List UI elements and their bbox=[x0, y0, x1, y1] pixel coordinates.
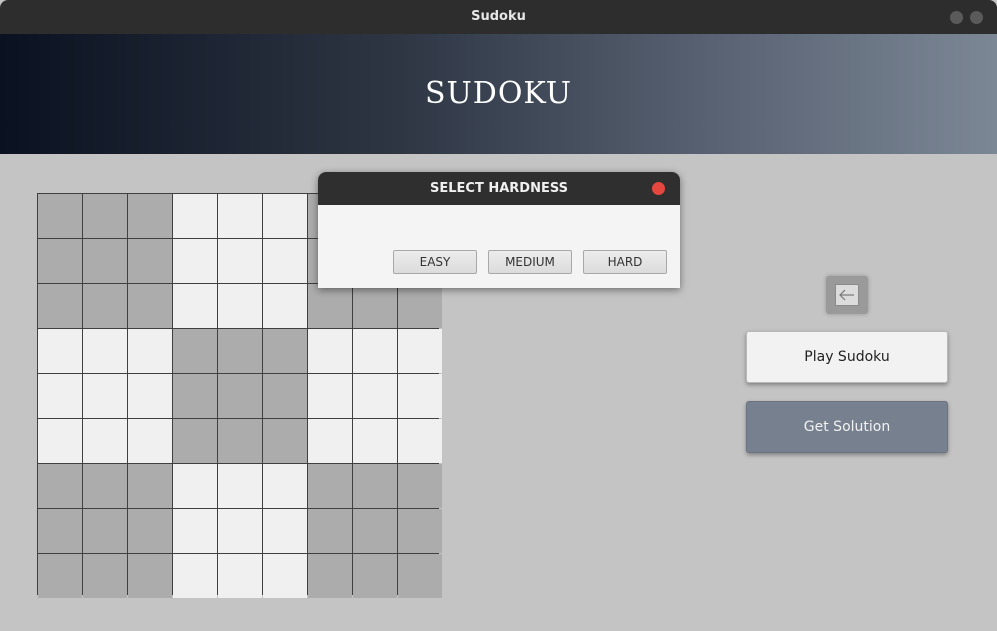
sudoku-cell[interactable] bbox=[173, 554, 217, 598]
sudoku-cell[interactable] bbox=[38, 329, 82, 373]
sudoku-cell[interactable] bbox=[38, 509, 82, 553]
sudoku-cell[interactable] bbox=[308, 329, 352, 373]
sudoku-cell[interactable] bbox=[218, 509, 262, 553]
sudoku-cell[interactable] bbox=[83, 419, 127, 463]
easy-button[interactable]: EASY bbox=[393, 250, 477, 274]
app-header: SUDOKU bbox=[0, 34, 997, 154]
select-hardness-dialog: SELECT HARDNESS EASY MEDIUM HARD bbox=[318, 172, 680, 288]
window-titlebar[interactable]: Sudoku bbox=[0, 0, 997, 34]
sudoku-cell[interactable] bbox=[263, 284, 307, 328]
sudoku-cell[interactable] bbox=[173, 419, 217, 463]
play-sudoku-button[interactable]: Play Sudoku bbox=[746, 331, 948, 383]
sudoku-cell[interactable] bbox=[218, 239, 262, 283]
sudoku-cell[interactable] bbox=[173, 284, 217, 328]
sudoku-cell[interactable] bbox=[398, 374, 442, 418]
sudoku-cell[interactable] bbox=[128, 239, 172, 283]
dialog-titlebar[interactable]: SELECT HARDNESS bbox=[318, 172, 680, 205]
dialog-title: SELECT HARDNESS bbox=[430, 181, 568, 196]
sudoku-cell[interactable] bbox=[218, 374, 262, 418]
sudoku-cell[interactable] bbox=[83, 194, 127, 238]
sudoku-cell[interactable] bbox=[353, 419, 397, 463]
dialog-close-button[interactable] bbox=[652, 182, 665, 195]
sudoku-cell[interactable] bbox=[398, 284, 442, 328]
sudoku-cell[interactable] bbox=[38, 554, 82, 598]
sudoku-cell[interactable] bbox=[263, 239, 307, 283]
sudoku-cell[interactable] bbox=[398, 329, 442, 373]
sudoku-cell[interactable] bbox=[38, 194, 82, 238]
window-title: Sudoku bbox=[471, 9, 526, 24]
sudoku-cell[interactable] bbox=[83, 509, 127, 553]
sudoku-cell[interactable] bbox=[263, 419, 307, 463]
sudoku-cell[interactable] bbox=[218, 329, 262, 373]
sudoku-cell[interactable] bbox=[308, 284, 352, 328]
sudoku-cell[interactable] bbox=[308, 509, 352, 553]
get-solution-button[interactable]: Get Solution bbox=[746, 401, 948, 453]
sudoku-cell[interactable] bbox=[218, 464, 262, 508]
sudoku-cell[interactable] bbox=[128, 194, 172, 238]
sudoku-cell[interactable] bbox=[353, 374, 397, 418]
sudoku-cell[interactable] bbox=[353, 284, 397, 328]
sudoku-cell[interactable] bbox=[38, 419, 82, 463]
sudoku-cell[interactable] bbox=[83, 239, 127, 283]
minimize-button[interactable] bbox=[950, 11, 963, 24]
sudoku-cell[interactable] bbox=[353, 329, 397, 373]
sudoku-cell[interactable] bbox=[263, 194, 307, 238]
sudoku-cell[interactable] bbox=[218, 194, 262, 238]
sudoku-cell[interactable] bbox=[173, 464, 217, 508]
sudoku-cell[interactable] bbox=[83, 464, 127, 508]
sudoku-cell[interactable] bbox=[83, 329, 127, 373]
sudoku-cell[interactable] bbox=[128, 374, 172, 418]
sudoku-cell[interactable] bbox=[398, 464, 442, 508]
sudoku-cell[interactable] bbox=[308, 374, 352, 418]
sudoku-cell[interactable] bbox=[263, 464, 307, 508]
sudoku-cell[interactable] bbox=[353, 464, 397, 508]
close-window-button[interactable] bbox=[970, 11, 983, 24]
sudoku-cell[interactable] bbox=[128, 329, 172, 373]
sudoku-cell[interactable] bbox=[218, 554, 262, 598]
sudoku-cell[interactable] bbox=[353, 554, 397, 598]
sudoku-cell[interactable] bbox=[263, 554, 307, 598]
back-button[interactable] bbox=[826, 276, 868, 314]
sudoku-cell[interactable] bbox=[38, 374, 82, 418]
back-icon-frame bbox=[835, 284, 859, 306]
sudoku-window: Sudoku SUDOKU Play Sudoku Get Solution S… bbox=[0, 0, 997, 631]
sudoku-cell[interactable] bbox=[128, 284, 172, 328]
sudoku-cell[interactable] bbox=[263, 329, 307, 373]
sudoku-cell[interactable] bbox=[173, 194, 217, 238]
sudoku-cell[interactable] bbox=[398, 509, 442, 553]
sudoku-cell[interactable] bbox=[83, 374, 127, 418]
sudoku-cell[interactable] bbox=[263, 509, 307, 553]
sudoku-cell[interactable] bbox=[173, 329, 217, 373]
sudoku-cell[interactable] bbox=[83, 284, 127, 328]
medium-button[interactable]: MEDIUM bbox=[488, 250, 572, 274]
sudoku-cell[interactable] bbox=[398, 554, 442, 598]
sudoku-cell[interactable] bbox=[263, 374, 307, 418]
sudoku-cell[interactable] bbox=[398, 419, 442, 463]
sudoku-cell[interactable] bbox=[308, 419, 352, 463]
sudoku-cell[interactable] bbox=[353, 509, 397, 553]
sudoku-cell[interactable] bbox=[128, 419, 172, 463]
sudoku-cell[interactable] bbox=[308, 554, 352, 598]
sudoku-cell[interactable] bbox=[218, 419, 262, 463]
sudoku-cell[interactable] bbox=[128, 509, 172, 553]
sudoku-cell[interactable] bbox=[173, 509, 217, 553]
sudoku-cell[interactable] bbox=[308, 464, 352, 508]
page-title: SUDOKU bbox=[424, 76, 573, 111]
sudoku-cell[interactable] bbox=[128, 464, 172, 508]
sudoku-cell[interactable] bbox=[173, 374, 217, 418]
sudoku-cell[interactable] bbox=[38, 464, 82, 508]
sudoku-cell[interactable] bbox=[83, 554, 127, 598]
sudoku-cell[interactable] bbox=[38, 239, 82, 283]
sudoku-cell[interactable] bbox=[38, 284, 82, 328]
sudoku-cell[interactable] bbox=[173, 239, 217, 283]
left-arrow-icon bbox=[839, 289, 854, 301]
sudoku-cell[interactable] bbox=[128, 554, 172, 598]
hard-button[interactable]: HARD bbox=[583, 250, 667, 274]
sudoku-cell[interactable] bbox=[218, 284, 262, 328]
